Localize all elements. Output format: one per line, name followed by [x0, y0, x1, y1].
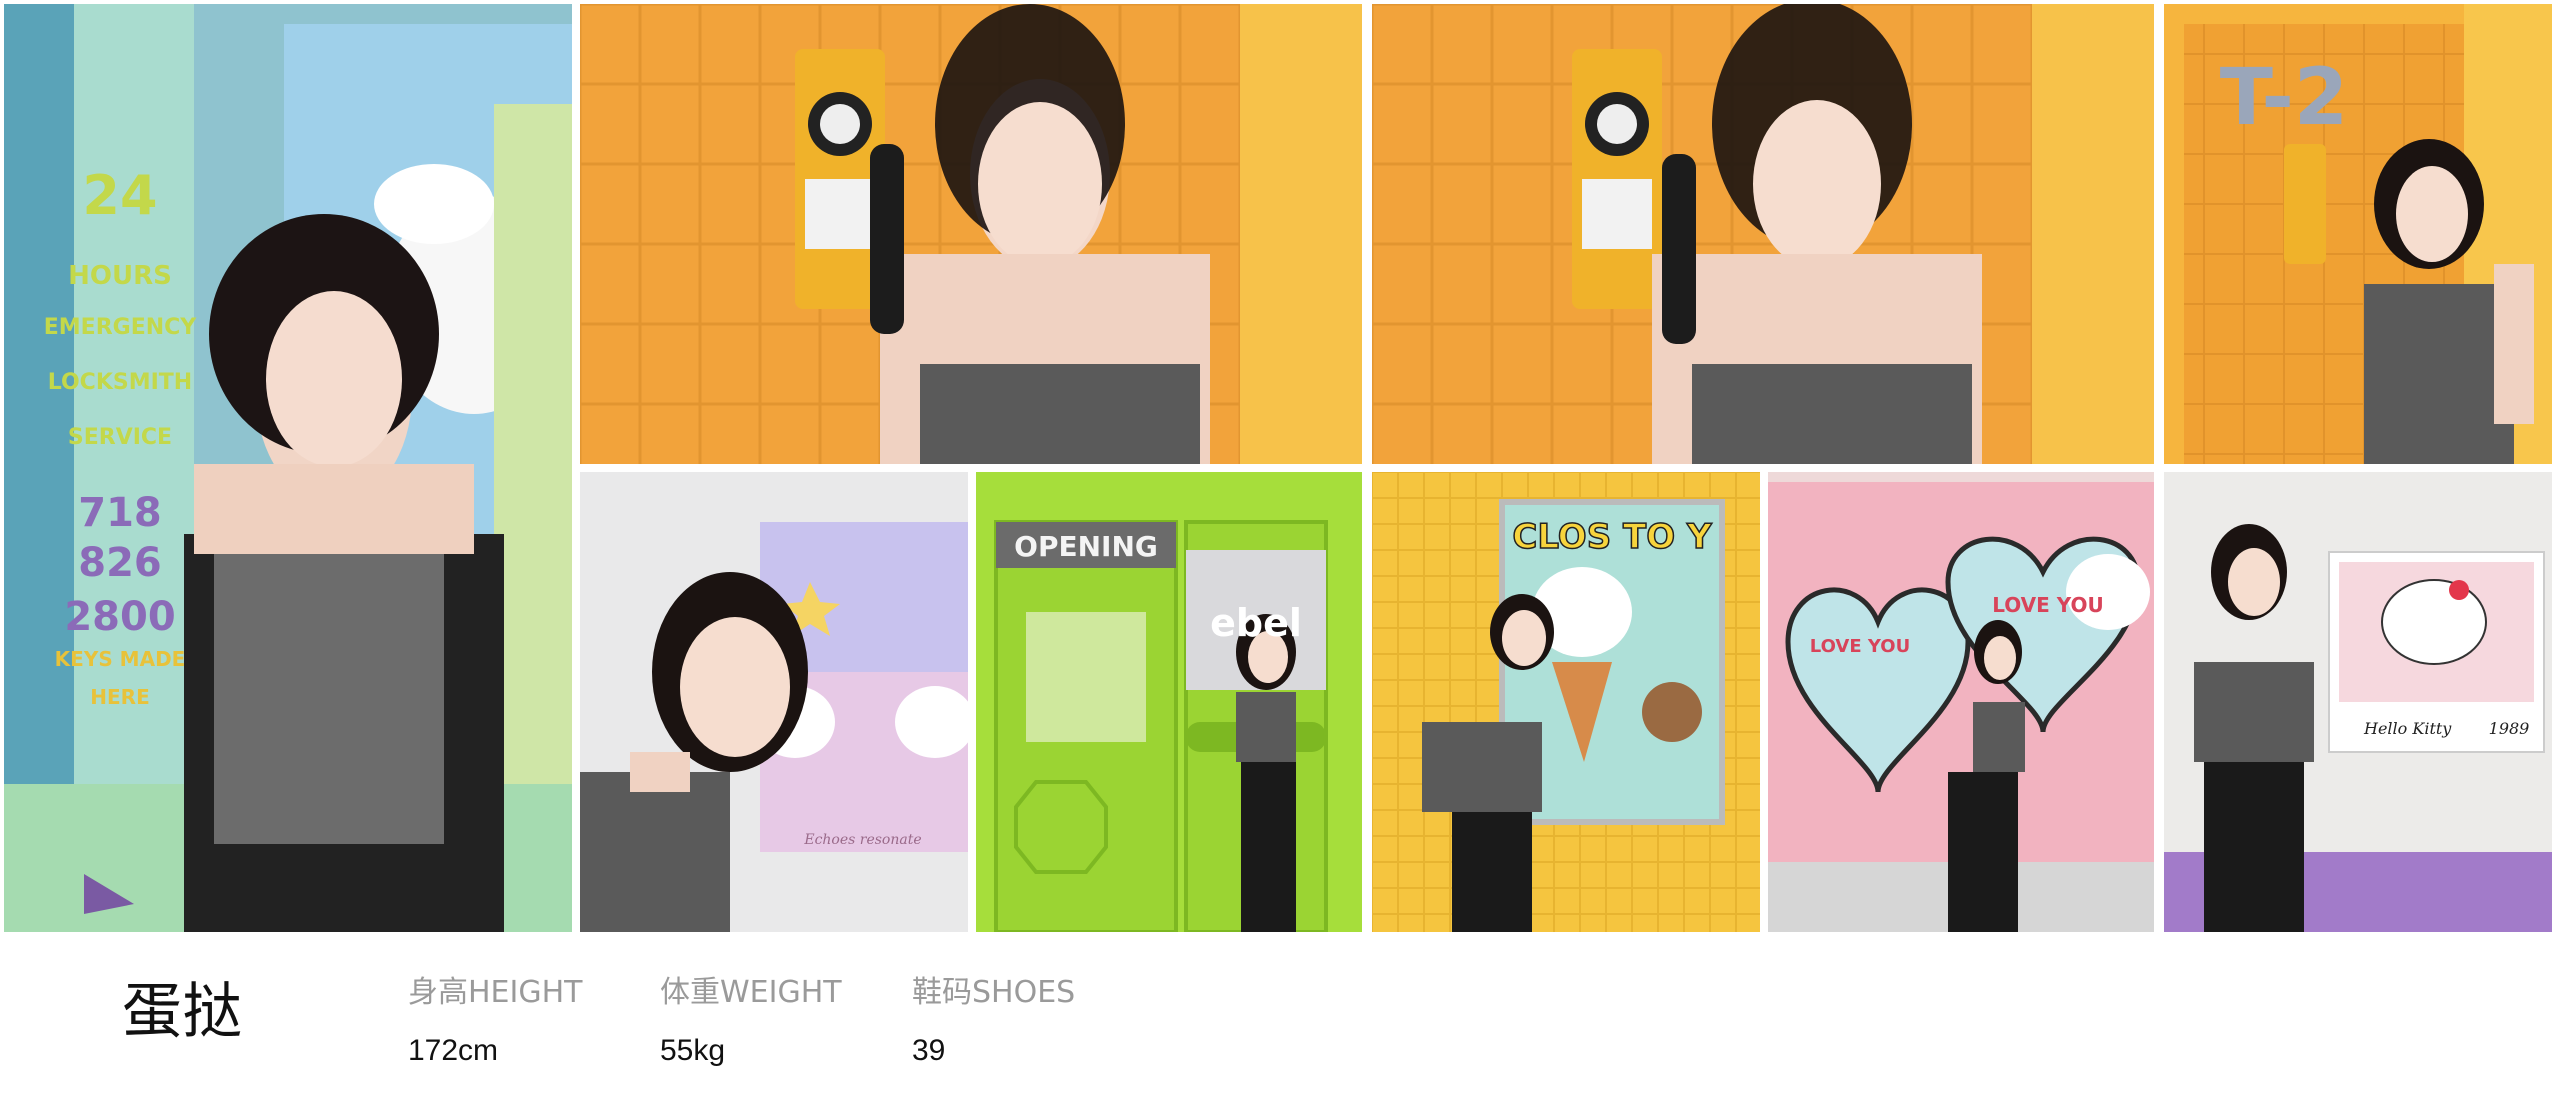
photo-locksmith-wall[interactable]: 24 HOURS EMERGENCY LOCKSMITH SERVICE 718… — [4, 4, 572, 932]
weight-label: 体重WEIGHT — [660, 975, 842, 1010]
photo-polaroid-wall[interactable]: Hello Kitty 1989 — [2164, 472, 2552, 932]
photo-booth-t2[interactable]: T-2 — [2164, 4, 2552, 464]
photo-phone-wink-image — [580, 4, 1362, 464]
photo-yellow-tiles[interactable]: CLOS TO Y — [1372, 472, 1760, 932]
height-label: 身高HEIGHT — [408, 975, 583, 1010]
photo-polaroid-wall-image — [2164, 472, 2552, 932]
photo-pink-hearts-image — [1768, 472, 2154, 932]
photo-poster-pose[interactable]: Echoes resonate — [580, 472, 968, 932]
photo-green-door[interactable]: OPENING ebel — [976, 472, 1362, 932]
model-card: 24 HOURS EMERGENCY LOCKSMITH SERVICE 718… — [0, 0, 2556, 1116]
photo-green-door-image — [976, 472, 1362, 932]
photo-poster-pose-image — [580, 472, 968, 932]
shoes-value: 39 — [912, 1034, 946, 1067]
shoes-label: 鞋码SHOES — [912, 975, 1076, 1010]
photo-phone-wink[interactable] — [580, 4, 1362, 464]
height-value: 172cm — [408, 1034, 499, 1067]
photo-phone-talk-image — [1372, 4, 2154, 464]
model-info-panel — [0, 934, 2556, 1116]
photo-booth-t2-image — [2164, 4, 2552, 464]
photo-locksmith-wall-image — [4, 4, 572, 932]
weight-value: 55kg — [660, 1034, 726, 1067]
photo-pink-hearts[interactable]: LOVE YOU LOVE YOU — [1768, 472, 2154, 932]
model-name: 蛋挞 — [122, 977, 242, 1047]
photo-yellow-tiles-image — [1372, 472, 1760, 932]
photo-phone-talk[interactable] — [1372, 4, 2154, 464]
